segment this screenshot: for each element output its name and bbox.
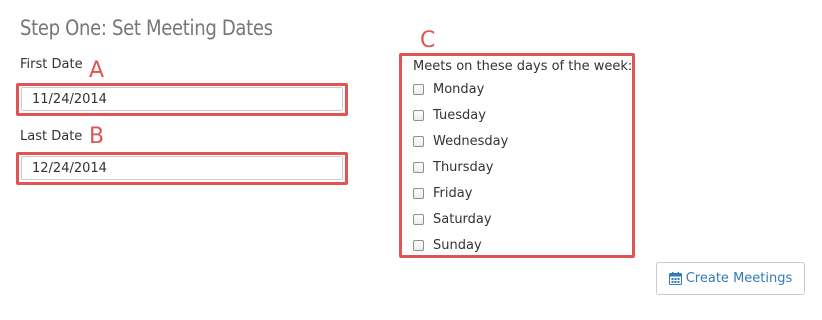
weekday-wednesday[interactable]: Wednesday <box>413 131 508 151</box>
calendar-icon <box>668 272 682 285</box>
wednesday-checkbox[interactable] <box>413 135 424 147</box>
create-meetings-button[interactable]: Create Meetings <box>656 262 805 295</box>
tuesday-label: Tuesday <box>433 107 486 123</box>
annotation-letter-c: C <box>420 28 436 53</box>
annotation-letter-b: B <box>89 124 105 149</box>
friday-checkbox[interactable] <box>413 187 424 199</box>
create-meetings-label: Create Meetings <box>685 271 793 286</box>
monday-label: Monday <box>433 81 485 97</box>
weekdays-title: Meets on these days of the week: <box>413 59 633 74</box>
first-date-label: First Date <box>20 57 83 72</box>
weekday-sunday[interactable]: Sunday <box>413 235 482 255</box>
sunday-label: Sunday <box>433 237 482 253</box>
saturday-checkbox[interactable] <box>413 213 424 225</box>
weekday-tuesday[interactable]: Tuesday <box>413 105 486 125</box>
first-date-input[interactable] <box>21 87 343 111</box>
page-heading: Step One: Set Meeting Dates <box>20 16 273 40</box>
weekday-thursday[interactable]: Thursday <box>413 157 493 177</box>
weekday-saturday[interactable]: Saturday <box>413 209 492 229</box>
annotation-letter-a: A <box>89 58 105 83</box>
weekday-friday[interactable]: Friday <box>413 183 472 203</box>
friday-label: Friday <box>433 185 473 201</box>
weekday-monday[interactable]: Monday <box>413 79 484 99</box>
wednesday-label: Wednesday <box>433 133 509 149</box>
last-date-input[interactable] <box>21 156 343 180</box>
tuesday-checkbox[interactable] <box>413 109 424 121</box>
monday-checkbox[interactable] <box>413 83 424 95</box>
thursday-checkbox[interactable] <box>413 161 424 173</box>
sunday-checkbox[interactable] <box>413 239 424 251</box>
thursday-label: Thursday <box>433 159 494 175</box>
saturday-label: Saturday <box>433 211 492 227</box>
last-date-label: Last Date <box>20 129 83 144</box>
